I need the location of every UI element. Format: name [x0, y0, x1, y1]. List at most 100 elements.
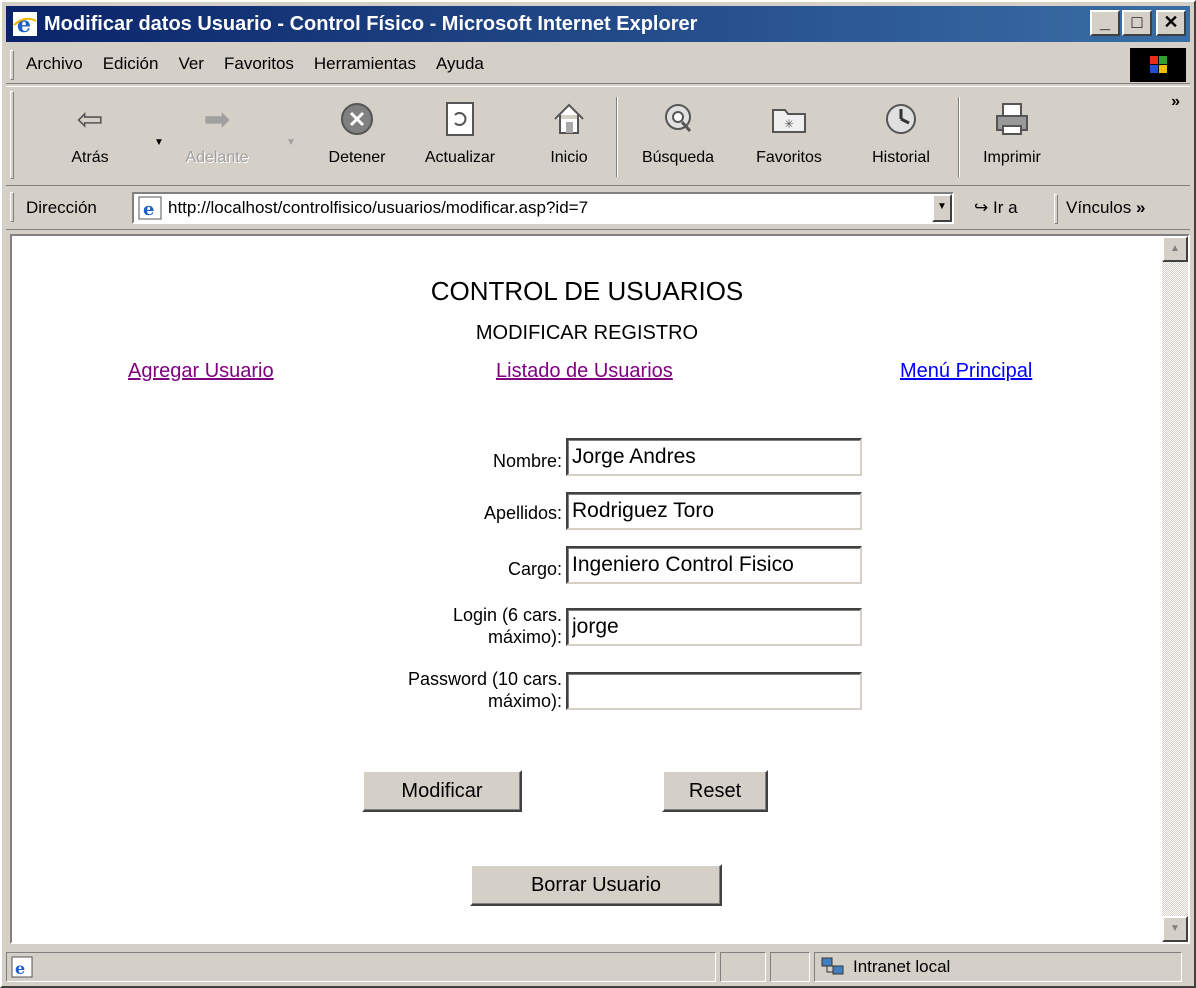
forward-arrow-icon: ➡ [203, 101, 231, 137]
favorites-button[interactable]: ✳ Favoritos [744, 95, 834, 167]
menu-archivo[interactable]: Archivo [26, 54, 83, 74]
svg-text:e: e [15, 959, 25, 978]
window-title: Modificar datos Usuario - Control Físico… [44, 12, 698, 35]
history-clock-icon [856, 95, 946, 143]
list-users-link[interactable]: Listado de Usuarios [496, 360, 673, 383]
menu-favoritos[interactable]: Favoritos [224, 54, 294, 74]
cargo-field[interactable] [566, 546, 862, 584]
login-field[interactable] [566, 608, 862, 646]
login-label-line1: Login (6 cars. [452, 605, 562, 625]
page-content: CONTROL DE USUARIOS MODIFICAR REGISTRO A… [12, 236, 1162, 942]
home-label: Inicio [550, 149, 588, 166]
toolbar-separator [958, 97, 960, 177]
links-grip[interactable] [1054, 194, 1058, 224]
home-button[interactable]: Inicio [534, 95, 604, 167]
status-panel-3 [770, 952, 810, 982]
minimize-icon: _ [1099, 12, 1110, 32]
minimize-button[interactable]: _ [1090, 10, 1120, 36]
home-icon [534, 95, 604, 143]
login-label-line2: máximo): [487, 627, 562, 647]
menu-edicion[interactable]: Edición [103, 54, 159, 74]
forward-label: Adelante [185, 149, 249, 166]
menu-bar: Archivo Edición Ver Favoritos Herramient… [6, 46, 1190, 84]
close-icon: ✕ [1163, 12, 1179, 32]
svg-text:e: e [143, 199, 154, 220]
go-label: Ir a [992, 198, 1018, 217]
forward-button[interactable]: ➡ Adelante [172, 95, 262, 167]
close-button[interactable]: ✕ [1156, 10, 1186, 36]
delete-user-button[interactable]: Borrar Usuario [470, 864, 722, 906]
status-bar: e Intranet local [6, 950, 1190, 984]
favorites-folder-icon: ✳ [744, 95, 834, 143]
password-label-line1: Password (10 cars. [407, 669, 562, 689]
menu-herramientas[interactable]: Herramientas [314, 54, 416, 74]
stop-icon [312, 95, 402, 143]
nombre-field[interactable] [566, 438, 862, 476]
address-input[interactable]: e http://localhost/controlfisico/usuario… [132, 192, 954, 224]
menu-ayuda[interactable]: Ayuda [436, 54, 484, 74]
address-label: Dirección [26, 198, 97, 217]
main-menu-link[interactable]: Menú Principal [900, 360, 1032, 383]
go-button[interactable]: ↪ Ir a [974, 198, 1018, 218]
back-dropdown-icon[interactable]: ▼ [154, 137, 164, 148]
page-status-icon: e [11, 956, 33, 983]
windows-logo-icon [1130, 48, 1186, 82]
reset-button[interactable]: Reset [662, 770, 768, 812]
search-label: Búsqueda [641, 149, 715, 166]
standard-toolbar: ⇦ Atrás ▼ ➡ Adelante ▼ Detener Actualiza… [6, 86, 1190, 186]
menu-grip[interactable] [10, 50, 14, 80]
svg-text:e: e [17, 12, 31, 37]
toolbar-grip[interactable] [10, 91, 14, 179]
refresh-button[interactable]: Actualizar [410, 95, 510, 167]
scroll-up-icon[interactable]: ▲ [1162, 236, 1188, 262]
address-bar: Dirección e http://localhost/controlfisi… [6, 188, 1190, 230]
scroll-down-icon[interactable]: ▼ [1162, 916, 1188, 942]
title-bar[interactable]: e Modificar datos Usuario - Control Físi… [6, 6, 1190, 42]
print-label: Imprimir [983, 149, 1041, 166]
password-field[interactable] [566, 672, 862, 710]
refresh-icon [410, 95, 510, 143]
ie-logo-icon: e [12, 11, 38, 38]
stop-label: Detener [328, 149, 386, 166]
search-button[interactable]: Búsqueda [626, 95, 730, 167]
nombre-label: Nombre: [492, 451, 562, 471]
zone-label: Intranet local [853, 957, 951, 976]
address-url: http://localhost/controlfisico/usuarios/… [168, 198, 589, 217]
vertical-scrollbar[interactable]: ▲ ▼ [1162, 236, 1188, 942]
status-panel-zone: Intranet local [814, 952, 1182, 982]
go-arrow-icon: ↪ [974, 198, 989, 217]
status-panel-main: e [6, 952, 716, 982]
stop-button[interactable]: Detener [312, 95, 402, 167]
back-arrow-icon: ⇦ [76, 101, 104, 137]
back-button[interactable]: ⇦ Atrás [62, 95, 118, 167]
forward-dropdown-icon[interactable]: ▼ [286, 137, 296, 148]
maximize-button[interactable]: □ [1122, 10, 1152, 36]
search-icon [626, 95, 730, 143]
links-button[interactable]: Vínculos » [1066, 198, 1145, 218]
links-label: Vínculos [1066, 198, 1132, 217]
back-label: Atrás [71, 149, 109, 166]
add-user-link[interactable]: Agregar Usuario [128, 360, 274, 383]
history-button[interactable]: Historial [856, 95, 946, 167]
password-label-line2: máximo): [487, 691, 562, 711]
links-more-icon: » [1135, 198, 1146, 217]
favorites-label: Favoritos [756, 149, 822, 166]
toolbar-separator [616, 97, 618, 177]
address-grip[interactable] [10, 192, 14, 222]
menu-ver[interactable]: Ver [178, 54, 204, 74]
svg-text:✳: ✳ [784, 117, 794, 131]
page-title: CONTROL DE USUARIOS [430, 276, 744, 306]
page-subtitle: MODIFICAR REGISTRO [475, 322, 699, 344]
cargo-label: Cargo: [507, 559, 562, 579]
apellidos-field[interactable] [566, 492, 862, 530]
refresh-label: Actualizar [424, 149, 496, 166]
address-dropdown-icon[interactable]: ▼ [932, 194, 952, 222]
print-button[interactable]: Imprimir [972, 95, 1052, 167]
browser-window: e Modificar datos Usuario - Control Físi… [0, 0, 1196, 988]
password-label: Password (10 cars. máximo): [312, 668, 562, 712]
modify-button[interactable]: Modificar [362, 770, 522, 812]
status-panel-2 [720, 952, 766, 982]
page-ie-icon: e [138, 196, 162, 220]
toolbar-overflow-icon[interactable]: » [1171, 93, 1180, 111]
login-label: Login (6 cars. máximo): [312, 604, 562, 648]
